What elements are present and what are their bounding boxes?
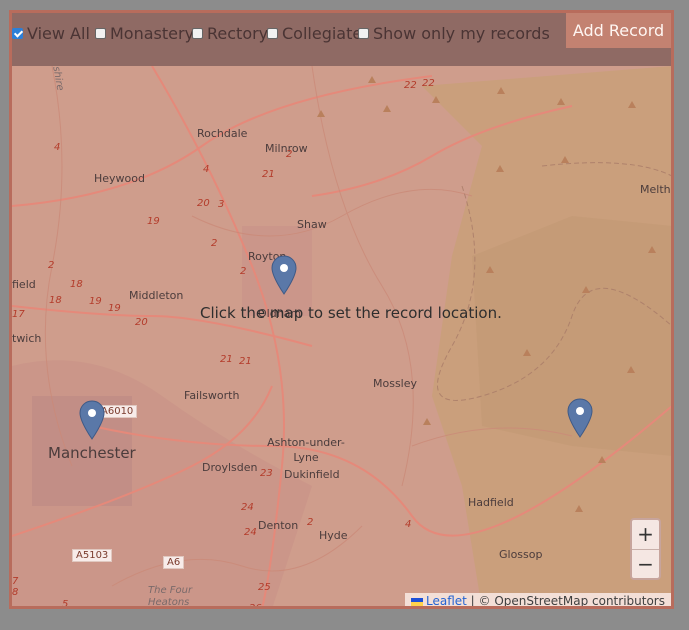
road-num: 21 [239,356,252,367]
road-num: 26 [249,603,262,609]
map-marker-icon[interactable] [79,400,105,440]
label-glossop: Glossop [499,548,543,561]
filter-monastery[interactable]: Monastery [95,24,194,43]
road-num: 7 [12,576,19,587]
label-failsworth: Failsworth [184,389,240,402]
ukraine-flag-icon [410,597,423,606]
osm-attribution: © OpenStreetMap contributors [478,594,665,608]
label-droylsden: Droylsden [202,461,258,474]
label-twich: twich [12,332,42,345]
road-num: 2 [286,149,293,160]
road-num: 2 [240,266,247,277]
label-mossley: Mossley [373,377,418,390]
label-middleton: Middleton [129,289,184,302]
road-num: 5 [62,599,69,609]
filter-bar: View All Monastery Rectory Collegiate Sh… [12,13,671,66]
collegiate-checkbox[interactable] [267,28,278,39]
map-frame: View All Monastery Rectory Collegiate Sh… [9,10,674,609]
map-marker-icon[interactable] [271,255,297,295]
road-num: 23 [260,468,273,479]
filter-my-records[interactable]: Show only my records [358,24,550,43]
road-a5103: A5103 [72,549,113,562]
road-num: 18 [49,295,62,306]
road-num: 22 [404,80,417,91]
label-hadfield: Hadfield [468,496,514,509]
road-num: 18 [70,279,83,290]
filter-view-all-label: View All [27,24,90,43]
monastery-checkbox[interactable] [95,28,106,39]
road-num: 2 [48,260,55,271]
map-attribution: Leaflet | © OpenStreetMap contributors [404,593,671,608]
road-num: 4 [405,519,412,530]
label-hyde: Hyde [319,529,348,542]
map-background [12,66,671,606]
filter-my-records-label: Show only my records [373,24,550,43]
label-heywood: Heywood [94,172,145,185]
view-all-checkbox[interactable] [12,28,23,39]
road-num: 19 [89,296,102,307]
attribution-separator: | [470,594,475,608]
label-denton: Denton [258,519,299,532]
filter-rectory-label: Rectory [207,24,269,43]
filter-rectory[interactable]: Rectory [192,24,268,43]
road-num: 4 [203,164,210,175]
filter-collegiate-label: Collegiate [282,24,363,43]
label-manchester: Manchester [48,444,136,462]
zoom-out-button[interactable]: − [632,550,659,579]
filter-collegiate[interactable]: Collegiate [267,24,362,43]
road-num: 2 [307,517,314,528]
road-num: 24 [241,502,254,513]
my-records-checkbox[interactable] [358,28,369,39]
road-num: 19 [147,216,160,227]
road-num: 20 [197,198,210,209]
road-num: 24 [244,527,257,538]
road-num: 19 [108,303,121,314]
leaflet-link[interactable]: Leaflet [426,594,467,606]
road-num: 8 [12,587,19,598]
add-record-button[interactable]: Add Record [566,13,671,48]
filter-monastery-label: Monastery [110,24,195,43]
label-ashton: Ashton-under-Lyne [267,436,345,464]
label-shaw: Shaw [297,218,327,231]
road-num: 25 [258,582,271,593]
map-canvas[interactable]: Manchester Rochdale Milnrow Heywood Shaw… [12,59,674,609]
road-num: 22 [422,78,435,89]
zoom-in-button[interactable]: + [632,520,659,550]
map-marker-icon[interactable] [567,398,593,438]
label-meltham: Meltha [640,183,674,196]
road-num: 4 [54,142,61,153]
label-dukinfield: Dukinfield [284,468,340,481]
label-field: field [12,278,36,291]
rectory-checkbox[interactable] [192,28,203,39]
road-num: 21 [220,354,233,365]
label-rochdale: Rochdale [197,127,248,140]
road-num: 17 [12,309,25,320]
road-num: 3 [218,199,225,210]
label-four-heatons: The Four Heatons [148,585,193,608]
filter-view-all[interactable]: View All [12,24,90,43]
zoom-control: + − [630,518,661,580]
road-num: 20 [135,317,148,328]
road-num: 2 [211,238,218,249]
road-num: 21 [262,169,275,180]
map-hint: Click the map to set the record location… [200,304,502,322]
road-a6: A6 [163,556,185,569]
